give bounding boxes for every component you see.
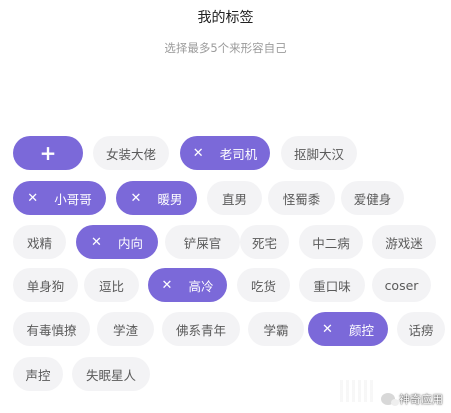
tag-label: 抠脚大汉 [293, 146, 344, 162]
tag-chip[interactable]: 佛系青年 [162, 312, 240, 346]
tag-chip[interactable]: 怪蜀黍 [268, 181, 335, 215]
remove-icon: ✕ [130, 190, 142, 206]
tag-label: 高冷 [188, 278, 214, 294]
tag-chip[interactable]: 直男 [207, 181, 262, 215]
tag-label: 怪蜀黍 [282, 191, 321, 207]
tag-chip[interactable]: 游戏迷 [372, 225, 436, 259]
tag-label: 死宅 [251, 235, 277, 251]
tag-label: 直男 [221, 191, 247, 207]
tag-chip[interactable]: ✕ 颜控 [308, 312, 388, 346]
tag-chip[interactable]: 女装大佬 [93, 136, 169, 170]
tag-chip[interactable]: 有毒慎撩 [13, 312, 90, 346]
tag-label: 女装大佬 [105, 146, 156, 162]
tag-label: 重口味 [313, 278, 351, 294]
tag-chip[interactable]: 失眠星人 [72, 357, 150, 391]
tag-label: coser [384, 277, 419, 293]
tag-chip[interactable]: 学渣 [97, 312, 154, 346]
add-tag-button[interactable]: + [13, 136, 83, 170]
tag-label: 逗比 [98, 278, 124, 294]
tag-chip[interactable]: 死宅 [240, 225, 289, 259]
tag-chip[interactable]: ✕ 内向 [76, 225, 158, 259]
tag-label: 铲屎官 [183, 235, 222, 251]
tag-chip[interactable]: ✕ 暖男 [116, 181, 197, 215]
tag-chip[interactable]: 学霸 [248, 312, 304, 346]
tag-chip[interactable]: 爱健身 [341, 181, 404, 215]
tag-chip[interactable]: 铲屎官 [165, 225, 240, 259]
plus-icon: + [39, 141, 57, 165]
tag-chip[interactable]: 戏精 [13, 225, 66, 259]
tag-label: 失眠星人 [85, 367, 136, 383]
tag-chip[interactable]: ✕ 老司机 [180, 136, 270, 170]
tag-chip[interactable]: 重口味 [299, 268, 365, 302]
tag-label: 吃货 [250, 278, 276, 294]
tag-label: 学渣 [112, 322, 138, 338]
tag-label: 暖男 [157, 191, 183, 207]
tag-label: 内向 [117, 235, 143, 251]
tag-label: 颜控 [348, 322, 374, 338]
tag-chip[interactable]: 抠脚大汉 [281, 136, 357, 170]
tag-chip[interactable]: coser [372, 268, 431, 302]
tag-chip[interactable]: ✕ 小哥哥 [13, 181, 106, 215]
tag-chip[interactable]: 吃货 [237, 268, 290, 302]
tag-label: 有毒慎撩 [26, 322, 77, 338]
page-subtitle: 选择最多5个来形容自己 [164, 41, 287, 55]
watermark-text: 神奇应用 [399, 393, 443, 406]
remove-icon: ✕ [27, 190, 39, 206]
watermark: 神奇应用 [381, 391, 443, 407]
tag-label: 佛系青年 [175, 322, 226, 338]
page-title: 我的标签 [197, 10, 254, 26]
watermark-pattern [340, 380, 376, 402]
tag-label: 单身狗 [26, 278, 65, 294]
tag-label: 爱健身 [353, 191, 392, 207]
wechat-icon [381, 393, 399, 406]
tag-label: 话痨 [408, 322, 434, 338]
remove-icon: ✕ [91, 234, 102, 250]
tag-label: 老司机 [219, 146, 258, 162]
tag-chip[interactable]: 声控 [13, 357, 63, 391]
tag-label: 小哥哥 [54, 191, 92, 207]
tag-chip[interactable]: ✕ 高冷 [148, 268, 227, 302]
tag-label: 声控 [25, 367, 51, 383]
tag-label: 戏精 [26, 235, 52, 251]
tag-label: 学霸 [263, 322, 289, 338]
remove-icon: ✕ [322, 321, 333, 337]
tag-chip[interactable]: 单身狗 [13, 268, 78, 302]
tag-chip[interactable]: 中二病 [299, 225, 363, 259]
tag-label: 中二病 [312, 235, 350, 251]
tag-chip[interactable]: 逗比 [84, 268, 139, 302]
remove-icon: ✕ [192, 145, 204, 161]
tag-chip[interactable]: 话痨 [397, 312, 445, 346]
tag-label: 游戏迷 [385, 235, 423, 251]
remove-icon: ✕ [161, 277, 173, 293]
